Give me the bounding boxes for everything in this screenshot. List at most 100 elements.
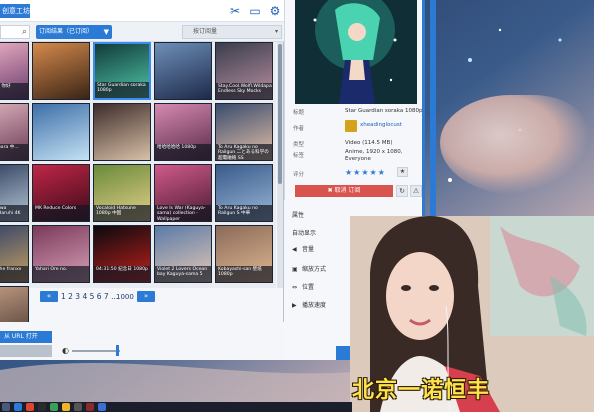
tools-icon[interactable]: ✂ — [228, 4, 242, 18]
author-avatar[interactable] — [345, 120, 357, 132]
grid-scrollbar-thumb[interactable] — [278, 44, 282, 184]
wallpaper-app-window: 创意工坊 ✂ ▭ ⚙ ⌕ 订阅结果（已订阅） ▼ 按订阅量 ▾ ~Sorry~ … — [0, 0, 284, 360]
secondary-button[interactable] — [0, 345, 52, 357]
rating-label: 评分 — [293, 172, 305, 178]
wallpaper-thumbnail — [94, 104, 150, 160]
wallpaper-tile[interactable]: To Aru Kagaku no Railgun 二とある科学の超電磁砲 SS — [215, 103, 273, 161]
tags-label: 标签 — [293, 153, 305, 159]
filter-select-label: 订阅结果（已订阅） — [39, 28, 94, 35]
toolbar: ⌕ 订阅结果（已订阅） ▼ 按订阅量 ▾ — [0, 22, 284, 42]
wallpaper-tile-caption: To Aru Kagaku no Railgun 二とある科学の超電磁砲 SS — [216, 144, 272, 160]
wallpaper-tile[interactable] — [32, 103, 90, 161]
browser-icon[interactable] — [14, 403, 22, 411]
wallpaper-tile[interactable] — [154, 42, 212, 100]
wallpaper-tile[interactable]: 04:31:50 纪念日 1080p — [93, 225, 151, 283]
wallpaper-tile-caption: Kimi no na wa Suzumiya Haruhi 4K — [0, 205, 28, 221]
volume-icon: ◀ — [292, 246, 297, 253]
folder-icon[interactable] — [62, 403, 70, 411]
prev-page-button[interactable]: « — [40, 291, 58, 302]
wallpaper-title: Star Guardian soraka 1080p — [345, 108, 423, 114]
wallpaper-tile[interactable]: Kimi no na wa Suzumiya Haruhi 4K — [0, 164, 29, 222]
wallpaper-tile[interactable]: Azus Nekopara 中... — [0, 103, 29, 161]
wallpaper-tile[interactable]: Star Guardian soraka 1080p — [93, 42, 151, 100]
volume-slider[interactable] — [72, 350, 120, 352]
rating-stars: ★★★★★ — [345, 168, 386, 177]
chrome-icon[interactable] — [26, 403, 34, 411]
wallpaper-grid: ~Sorry~ 为 你好 1080p Star Guardian soraka 1… — [0, 42, 276, 344]
unsubscribe-button[interactable]: ✖ 取消 订阅 — [295, 185, 393, 197]
wallpaper-tile[interactable]: MK Reduce Colors — [32, 164, 90, 222]
wallpaper-tile-caption: 哈哈哈哈哈 1080p — [155, 144, 211, 160]
wallpaper-tile[interactable]: Violet 2 Lovers Ocean bay Kaguya-sama 5 — [154, 225, 212, 283]
start-icon[interactable] — [2, 403, 10, 411]
wallpaper-tile[interactable]: To Aru Kagaku no Railgun S 中華 — [215, 164, 273, 222]
wallpaper-tile[interactable] — [32, 42, 90, 100]
play-icon: ▶ — [292, 302, 297, 309]
wallpaper-thumbnail — [155, 43, 211, 99]
open-from-url-button[interactable]: 从 URL 打开 — [0, 331, 52, 343]
app-title: 创意工坊 — [0, 4, 30, 18]
wallpaper-tile[interactable]: ~Sorry~ 为 你好 1080p — [0, 42, 29, 100]
wallpaper-tile-caption: Yahari Ore no. — [33, 266, 89, 282]
setting-volume[interactable]: ◀ 音量 — [292, 244, 314, 253]
wallpaper-tile-caption: Violet 2 Lovers Ocean bay Kaguya-sama 5 — [155, 266, 211, 282]
setting-position[interactable]: ⇔ 位置 — [292, 282, 314, 291]
wallpaper-tile[interactable] — [93, 103, 151, 161]
wallpaper-tags: Anime, 1920 x 1080, Everyone — [345, 149, 403, 162]
wallpaper-type: Video (114.5 MB) — [345, 140, 393, 146]
setting-playback-speed-label: 播放速度 — [302, 302, 327, 309]
setting-volume-label: 音量 — [302, 246, 315, 253]
bottom-bar: 从 URL 打开 ◐ — [0, 322, 284, 360]
settings-icon[interactable] — [74, 403, 82, 411]
filter-select[interactable]: 订阅结果（已订阅） ▼ — [36, 25, 112, 39]
detail-scrollbar[interactable] — [422, 0, 425, 220]
wallpaper-tile-caption: Kobayashi-san 壁纸 1080p — [216, 266, 272, 282]
app-icon[interactable] — [50, 403, 58, 411]
setting-position-label: 位置 — [302, 284, 315, 291]
wallpaper-tile[interactable]: Darling in the franxx 星空之中 — [0, 225, 29, 283]
wallpaper-tile[interactable]: Love Is War (Kaguya-sama) collection - W… — [154, 164, 212, 222]
type-label: 类型 — [293, 142, 305, 148]
setting-playback-speed[interactable]: ▶ 播放速度 — [292, 300, 326, 309]
wallpaper-tile-caption: Stay.Cool.Wolfl.Wildapaper Endless Sky M… — [216, 83, 272, 99]
gear-icon[interactable]: ⚙ — [268, 4, 282, 18]
refresh-icon[interactable]: ↻ — [396, 185, 408, 197]
game-icon[interactable] — [86, 403, 94, 411]
wallpaper-tile-caption: To Aru Kagaku no Railgun S 中華 — [216, 205, 272, 221]
properties-heading: 属性 — [292, 212, 305, 219]
wallpaper-tile-caption: Star Guardian soraka 1080p — [95, 82, 149, 98]
search-icon: ⌕ — [22, 27, 28, 37]
volume-slider-thumb[interactable] — [116, 345, 119, 356]
title-bar: 创意工坊 ✂ ▭ ⚙ — [0, 0, 284, 22]
wallpaper-preview-image — [295, 0, 417, 104]
wallpaper-tile[interactable]: 哈哈哈哈哈 1080p — [154, 103, 212, 161]
taskbar — [0, 402, 352, 412]
monitor-icon[interactable]: ▭ — [248, 4, 262, 18]
grid-scrollbar[interactable] — [277, 42, 283, 288]
setting-scale-label: 缩放方式 — [302, 266, 327, 273]
sort-select[interactable]: 按订阅量 ▾ — [182, 25, 282, 39]
warning-icon[interactable]: ⚠ — [410, 185, 422, 197]
wallpaper-tile[interactable]: Stay.Cool.Wolfl.Wildapaper Endless Sky M… — [215, 42, 273, 100]
next-page-button[interactable]: » — [137, 291, 155, 302]
author-link[interactable]: xheadinglocust — [360, 122, 402, 128]
author-label: 作者 — [293, 126, 305, 132]
wallpaper-tile[interactable]: Kobayashi-san 壁纸 1080p — [215, 225, 273, 283]
brightness-icon: ◐ — [62, 346, 69, 355]
wallpaper-engine-icon[interactable] — [98, 403, 106, 411]
setting-scale[interactable]: ▣ 缩放方式 — [292, 264, 326, 273]
auto-display-label: 自动显示 — [292, 230, 317, 237]
apply-strip[interactable] — [336, 346, 350, 360]
media-icon[interactable] — [38, 403, 46, 411]
wallpaper-tile-caption: Darling in the franxx 星空之中 — [0, 266, 28, 282]
title-label: 标题 — [293, 110, 305, 116]
favorite-button[interactable]: ★ — [397, 167, 408, 177]
wallpaper-tile[interactable]: Vocaloid Hatsune 1080p 中国 — [93, 164, 151, 222]
last-page-link[interactable]: 1000 — [116, 290, 134, 304]
search-input[interactable]: ⌕ — [0, 25, 30, 39]
wallpaper-tile-caption: MK Reduce Colors — [33, 205, 89, 221]
page-numbers[interactable]: 1 2 3 4 5 6 7 ... — [61, 290, 118, 304]
wallpaper-tile-caption: ~Sorry~ 为 你好 1080p — [0, 83, 28, 99]
wallpaper-tile[interactable]: Yahari Ore no. — [32, 225, 90, 283]
wallpaper-tile-caption: 04:31:50 纪念日 1080p — [94, 266, 150, 282]
